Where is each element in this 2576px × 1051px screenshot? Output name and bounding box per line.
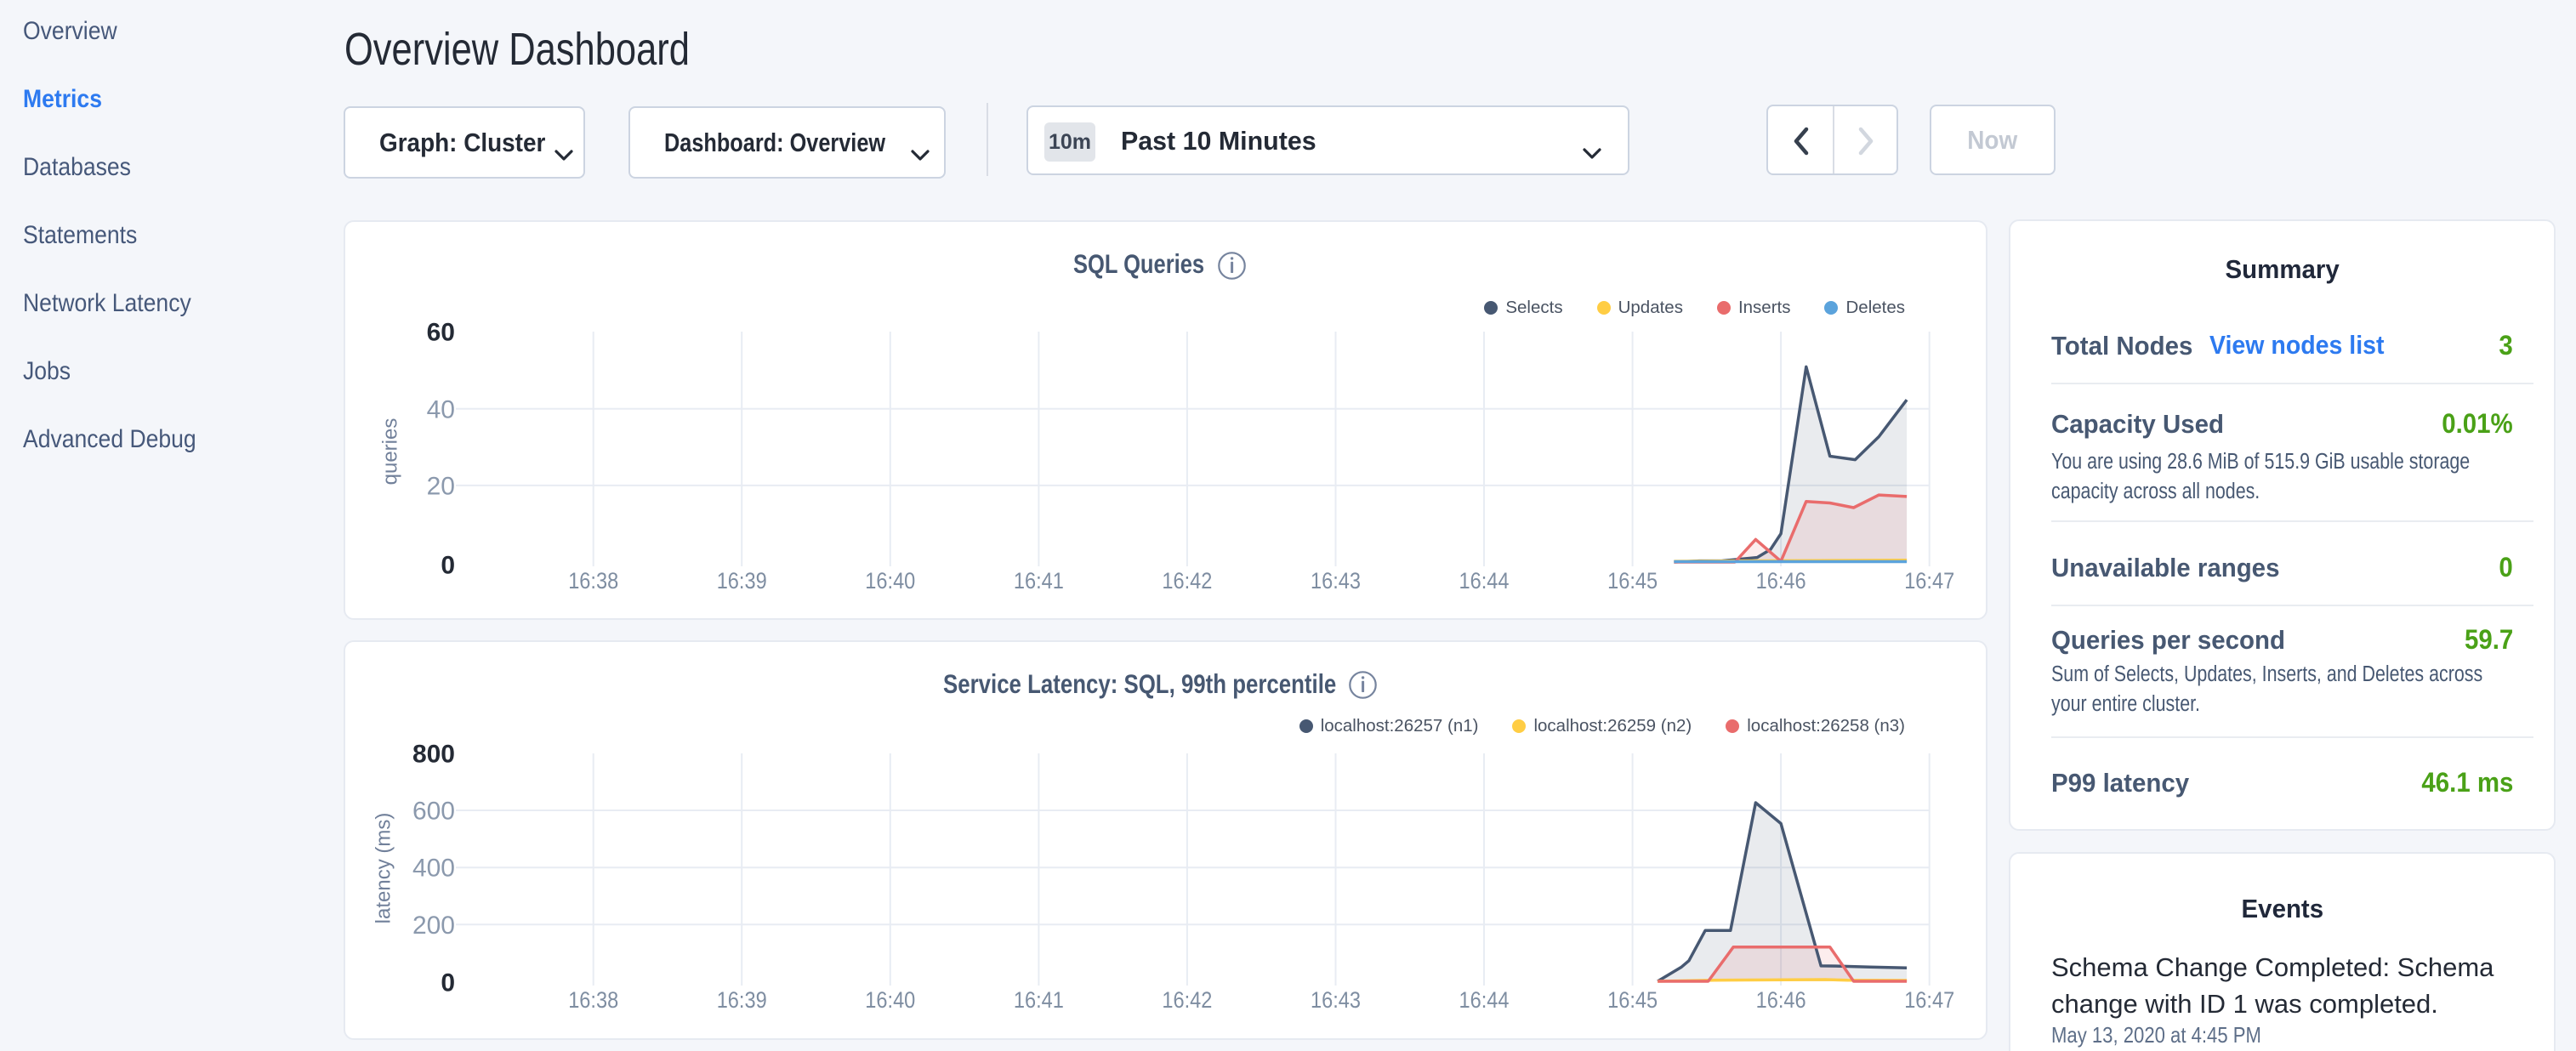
svg-text:16:47: 16:47 bbox=[1904, 568, 1954, 594]
svg-text:16:43: 16:43 bbox=[1311, 987, 1361, 1013]
svg-text:60: 60 bbox=[427, 319, 455, 347]
svg-text:16:42: 16:42 bbox=[1162, 568, 1212, 594]
svg-text:16:47: 16:47 bbox=[1904, 987, 1954, 1013]
svg-text:400: 400 bbox=[412, 855, 455, 883]
svg-text:16:46: 16:46 bbox=[1756, 568, 1806, 594]
svg-text:40: 40 bbox=[427, 395, 455, 423]
svg-text:16:39: 16:39 bbox=[717, 987, 767, 1013]
svg-text:200: 200 bbox=[412, 912, 455, 940]
svg-text:16:44: 16:44 bbox=[1459, 568, 1510, 594]
svg-text:0: 0 bbox=[441, 552, 455, 580]
svg-text:600: 600 bbox=[412, 798, 455, 826]
svg-text:16:43: 16:43 bbox=[1311, 568, 1361, 594]
svg-text:16:41: 16:41 bbox=[1014, 987, 1064, 1013]
svg-text:16:45: 16:45 bbox=[1607, 987, 1658, 1013]
svg-text:20: 20 bbox=[427, 472, 455, 500]
svg-text:16:38: 16:38 bbox=[568, 568, 618, 594]
svg-text:16:41: 16:41 bbox=[1014, 568, 1064, 594]
svg-text:16:42: 16:42 bbox=[1162, 987, 1212, 1013]
svg-text:16:44: 16:44 bbox=[1459, 987, 1510, 1013]
svg-text:16:38: 16:38 bbox=[568, 987, 618, 1013]
svg-text:16:46: 16:46 bbox=[1756, 987, 1806, 1013]
svg-text:0: 0 bbox=[441, 969, 455, 997]
svg-text:16:45: 16:45 bbox=[1607, 568, 1658, 594]
svg-text:800: 800 bbox=[412, 741, 455, 769]
svg-text:16:40: 16:40 bbox=[865, 568, 915, 594]
svg-text:16:40: 16:40 bbox=[865, 987, 915, 1013]
svg-text:16:39: 16:39 bbox=[717, 568, 767, 594]
